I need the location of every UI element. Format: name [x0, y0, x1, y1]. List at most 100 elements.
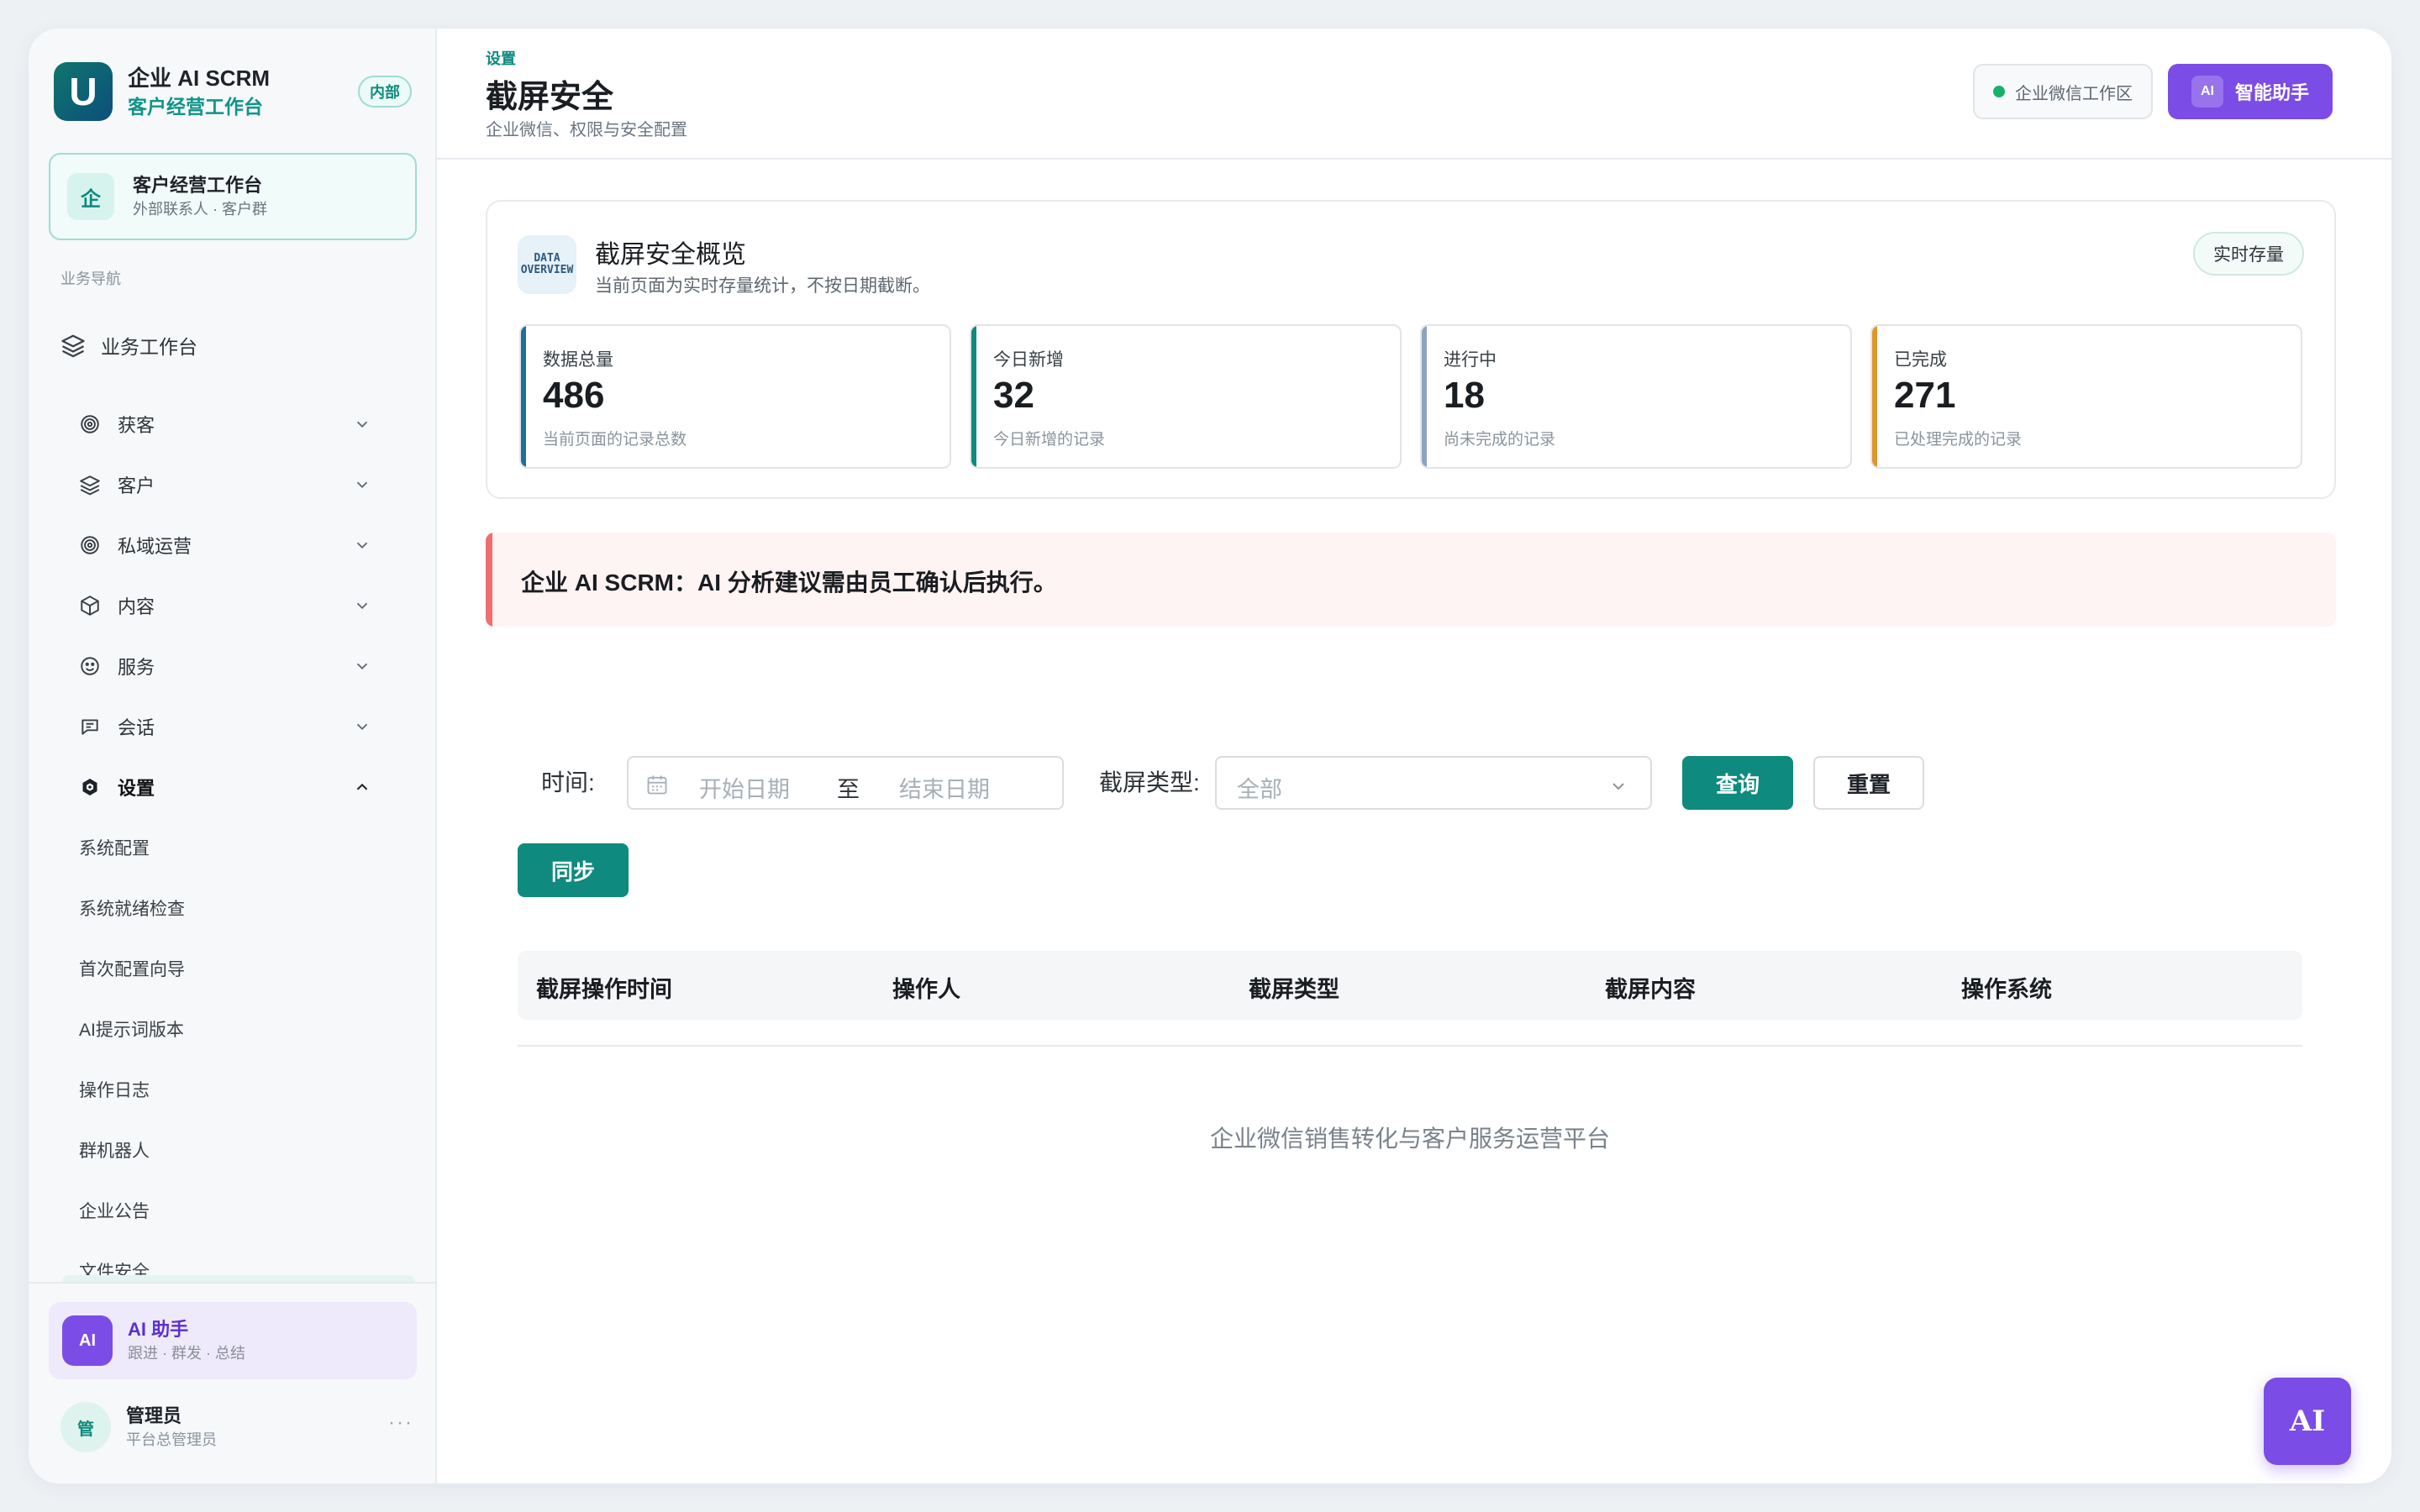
layers-icon	[77, 472, 103, 497]
date-range-picker[interactable]: 开始日期 至 结束日期	[627, 756, 1064, 810]
sidebar-item-customer[interactable]: 客户	[77, 464, 422, 506]
chevron-down-icon	[1612, 783, 1624, 790]
overview-title: 截屏安全概览	[595, 241, 746, 269]
chevron-down-icon	[356, 542, 368, 549]
sidebar-item-label: 服务	[118, 657, 155, 678]
stat-label: 进行中	[1444, 350, 1497, 370]
ai-floating-button[interactable]: AI	[2264, 1378, 2351, 1465]
alert-text: 企业 AI SCRM：AI 分析建议需由员工确认后执行。	[521, 570, 1057, 596]
ai-assistant-card[interactable]: AI AI 助手 跟进 · 群发 · 总结	[49, 1302, 417, 1379]
column-header: 截屏类型	[1249, 977, 1339, 1002]
nav-section-label: 业务导航	[60, 270, 121, 287]
start-date-input[interactable]: 开始日期	[699, 771, 790, 804]
realtime-chip[interactable]: 实时存量	[2193, 232, 2304, 276]
sidebar-item-chat[interactable]: 会话	[77, 706, 422, 748]
stat-value: 32	[993, 375, 1034, 416]
page-title: 截屏安全	[486, 80, 614, 115]
breadcrumb[interactable]: 设置	[486, 47, 516, 69]
sidebar-divider	[29, 1282, 437, 1284]
query-button[interactable]: 查询	[1682, 756, 1793, 810]
workspace-card[interactable]: 企 客户经营工作台 外部联系人 · 客户群	[49, 153, 417, 240]
stat-card-completed: 已完成 271 已处理完成的记录	[1870, 324, 2302, 469]
reset-button[interactable]: 重置	[1813, 756, 1924, 810]
table-header: 截屏操作时间 操作人 截屏类型 截屏内容 操作系统	[518, 951, 2302, 1020]
chevron-up-icon	[356, 783, 368, 790]
workspace-subtitle: 外部联系人 · 客户群	[133, 201, 267, 218]
stat-card-total: 数据总量 486 当前页面的记录总数	[519, 324, 951, 469]
status-dot-icon	[1993, 86, 2005, 97]
more-options-icon[interactable]: ···	[388, 1411, 413, 1435]
nav-root-workbench[interactable]: 业务工作台	[60, 331, 197, 360]
ai-card-subtitle: 跟进 · 群发 · 总结	[128, 1345, 245, 1362]
page-subtitle: 企业微信、权限与安全配置	[486, 121, 687, 139]
table-divider	[518, 1045, 2302, 1047]
sidebar-item-label: 设置	[118, 778, 155, 799]
box-icon	[77, 593, 103, 618]
sidebar: U 企业 AI SCRM 客户经营工作台 内部 企 客户经营工作台 外部联系人 …	[29, 29, 437, 1483]
alert-banner: 企业 AI SCRM：AI 分析建议需由员工确认后执行。	[486, 533, 2336, 627]
sidebar-item-private-ops[interactable]: 私域运营	[77, 524, 422, 566]
stat-accent-bar	[1872, 326, 1877, 467]
sidebar-item-content[interactable]: 内容	[77, 585, 422, 627]
workspace-title: 客户经营工作台	[133, 175, 263, 196]
sidebar-subitem-operation-log[interactable]: 操作日志	[79, 1077, 150, 1102]
sidebar-subitem-announcement[interactable]: 企业公告	[79, 1198, 150, 1223]
target-icon	[77, 412, 103, 437]
smart-assistant-button[interactable]: AI 智能助手	[2168, 64, 2333, 119]
stat-value: 18	[1444, 375, 1485, 416]
sidebar-active-item-peek	[62, 1275, 415, 1282]
brand-title: 企业 AI SCRM	[128, 66, 271, 91]
column-header: 操作系统	[1961, 977, 2052, 1002]
brand-subtitle: 客户经营工作台	[128, 96, 263, 118]
smile-icon	[77, 654, 103, 679]
workspace-env-chip[interactable]: 企业微信工作区	[1973, 64, 2153, 119]
target-icon	[77, 533, 103, 558]
sync-button[interactable]: 同步	[518, 843, 629, 897]
stat-accent-bar	[521, 326, 526, 467]
ai-icon: AI	[2191, 76, 2223, 108]
ai-card-title: AI 助手	[128, 1319, 189, 1340]
sidebar-item-service[interactable]: 服务	[77, 645, 422, 687]
sidebar-item-label: 私域运营	[118, 536, 192, 557]
settings-icon	[77, 774, 103, 800]
page-header: 设置 截屏安全 企业微信、权限与安全配置 企业微信工作区 AI 智能助手	[437, 29, 2391, 160]
stat-label: 已完成	[1894, 350, 1947, 370]
sidebar-subitem-readiness-check[interactable]: 系统就绪检查	[79, 895, 185, 921]
sidebar-subitem-prompt-versions[interactable]: AI提示词版本	[79, 1016, 184, 1042]
assistant-label: 智能助手	[2234, 82, 2309, 103]
sidebar-subitem-setup-wizard[interactable]: 首次配置向导	[79, 956, 185, 981]
stat-card-in-progress: 进行中 18 尚未完成的记录	[1420, 324, 1852, 469]
chevron-down-icon	[356, 723, 368, 731]
stat-card-today: 今日新增 32 今日新增的记录	[970, 324, 1402, 469]
brand[interactable]: U 企业 AI SCRM 客户经营工作台	[54, 62, 270, 121]
sidebar-subitem-group-bot[interactable]: 群机器人	[79, 1137, 150, 1163]
chat-icon	[77, 714, 103, 739]
table-empty-text: 企业微信销售转化与客户服务运营平台	[1209, 1126, 1610, 1152]
icon-line: OVERVIEW	[520, 264, 574, 276]
stat-note: 当前页面的记录总数	[543, 431, 687, 449]
overview-card: DATA OVERVIEW 截屏安全概览 当前页面为实时存量统计，不按日期截断。…	[486, 200, 2336, 499]
sidebar-item-acquire[interactable]: 获客	[77, 403, 422, 445]
nav-root-label: 业务工作台	[101, 336, 197, 358]
calendar-icon	[647, 775, 667, 795]
column-header: 截屏操作时间	[536, 977, 672, 1002]
sidebar-subitem-system-config[interactable]: 系统配置	[79, 835, 150, 860]
stat-value: 271	[1894, 375, 1956, 416]
brand-logo: U	[54, 62, 113, 121]
alert-accent-bar	[486, 533, 492, 627]
sidebar-item-settings[interactable]: 设置	[77, 766, 422, 808]
stat-note: 已处理完成的记录	[1894, 431, 2023, 449]
workspace-icon: 企	[67, 173, 114, 220]
end-date-input[interactable]: 结束日期	[899, 771, 990, 804]
stat-value: 486	[543, 375, 605, 416]
stat-label: 今日新增	[993, 350, 1064, 370]
internal-badge: 内部	[358, 76, 412, 108]
chevron-down-icon	[356, 481, 368, 489]
screenshot-type-select[interactable]: 全部	[1215, 756, 1652, 810]
sidebar-item-label: 客户	[118, 475, 155, 496]
user-role: 平台总管理员	[126, 1431, 217, 1448]
user-profile[interactable]: 管 管理员 平台总管理员 ···	[60, 1398, 413, 1457]
overview-subtitle: 当前页面为实时存量统计，不按日期截断。	[595, 276, 930, 296]
layers-icon	[61, 334, 85, 358]
chevron-down-icon	[356, 602, 368, 610]
